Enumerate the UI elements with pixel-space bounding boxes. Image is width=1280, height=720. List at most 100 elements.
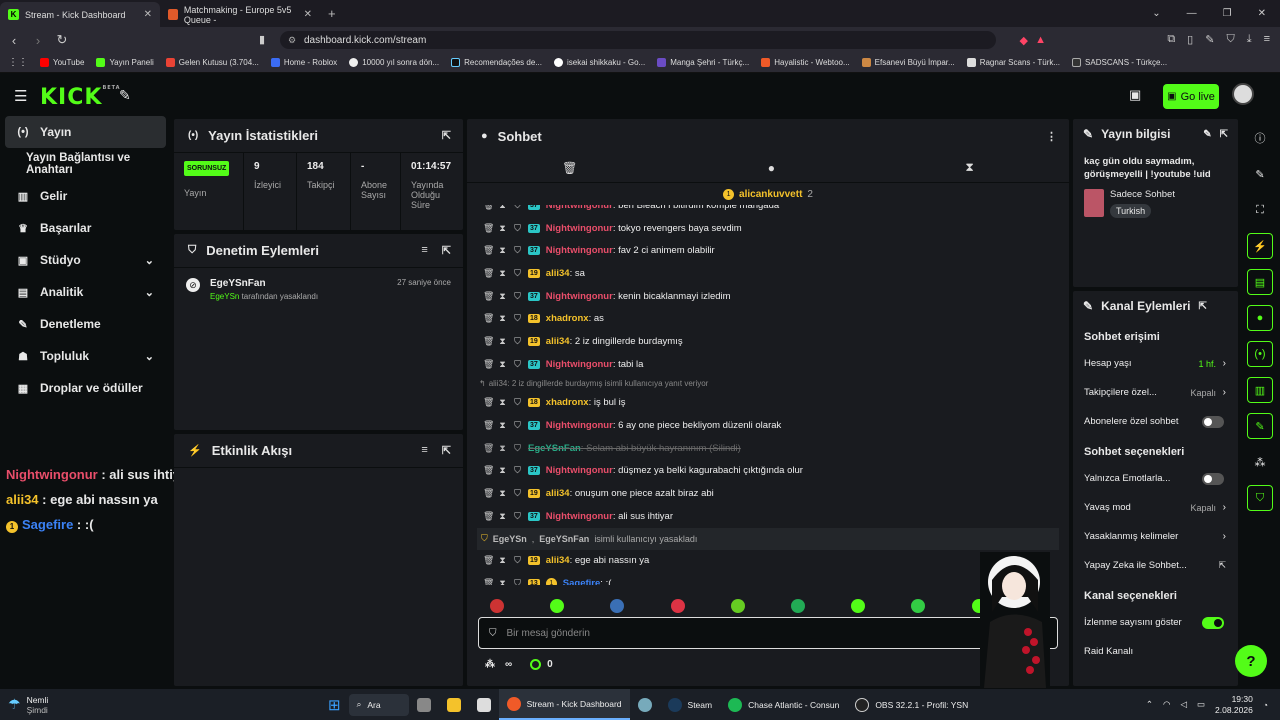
ban-icon[interactable]: ⛉	[513, 245, 522, 256]
ban-icon[interactable]: ⛉	[513, 313, 522, 324]
delete-message-icon[interactable]: 🗑	[483, 420, 494, 431]
delete-message-icon[interactable]: 🗑	[483, 555, 494, 566]
taskbar-item-obs[interactable]: OBS 32.2.1 - Profil: YSN	[847, 689, 976, 720]
chat-username[interactable]: alii34	[546, 488, 570, 499]
delete-message-icon[interactable]: 🗑	[483, 397, 494, 408]
chat-message[interactable]: 🗑 ⧗ ⛉ 37 Nightwingonur: ben Bleach i bitirdi…	[467, 205, 1069, 217]
sidebar-item-topluluk[interactable]: ☗ Topluluk ⌄	[0, 340, 172, 372]
delete-message-icon[interactable]: 🗑	[483, 578, 494, 585]
banned-words-row[interactable]: Yasaklanmış kelimeler ›	[1073, 522, 1238, 551]
close-tab-icon[interactable]: ✕	[144, 9, 152, 20]
chat-username[interactable]: Nightwingonur	[546, 245, 613, 256]
ban-icon[interactable]: ⛉	[513, 291, 522, 302]
account-age-row[interactable]: Hesap yaşı 1 hf. ›	[1073, 349, 1238, 378]
delete-message-icon[interactable]: 🗑	[483, 223, 494, 234]
banned-user[interactable]: EgeYSnFan	[210, 278, 387, 289]
ban-icon[interactable]: ⛉	[513, 488, 522, 499]
chat-message[interactable]: 🗑 ⧗ ⛉ 19 alii34: ege abi nassın ya	[467, 550, 1069, 573]
bookmark-efsanevi[interactable]: Efsanevi Büyü İmpar...	[856, 58, 961, 67]
slow-mode-row[interactable]: Yavaş mod Kapalı ›	[1073, 493, 1238, 522]
delete-message-icon[interactable]: 🗑	[483, 313, 494, 324]
hourglass-icon[interactable]: ⧗	[965, 160, 973, 175]
hamburger-menu-icon[interactable]: ☰	[14, 87, 27, 105]
translate-icon[interactable]: ✎	[1205, 33, 1214, 46]
chat-message[interactable]: 🗑 ⧗ ⛉ EgeYSnFan: Selam abi büyük hayranınım…	[467, 437, 1069, 460]
delete-message-icon[interactable]: 🗑	[483, 443, 494, 454]
delete-message-icon[interactable]: 🗑	[483, 359, 494, 370]
taskbar-item-game[interactable]	[630, 689, 660, 720]
category-thumbnail[interactable]	[1084, 189, 1104, 217]
chat-icon[interactable]: ●	[768, 161, 775, 175]
timeout-icon[interactable]: ⧗	[498, 313, 507, 324]
go-live-button[interactable]: ▣ Go live	[1163, 84, 1219, 109]
kick-logo[interactable]: KICKBETA	[40, 85, 121, 110]
timeout-icon[interactable]: ⧗	[498, 336, 507, 347]
chat-username[interactable]: alii34	[546, 336, 570, 347]
ban-icon[interactable]: ⛉	[513, 578, 522, 585]
new-tab-icon[interactable]: +	[320, 6, 344, 27]
chat-input[interactable]: ⛉ Bir mesaj gönderin	[478, 617, 1058, 649]
sidebar-item-studyo[interactable]: ▣ Stüdyo ⌄	[0, 244, 172, 276]
chat-username[interactable]: xhadronx	[546, 313, 589, 324]
tab-matchmaking[interactable]: Matchmaking - Europe 5v5 Queue - ✕	[160, 2, 320, 27]
sidebar-item-gelir[interactable]: ▥ Gelir	[0, 180, 172, 212]
infinity-icon[interactable]: ∞	[505, 659, 512, 670]
chat-message[interactable]: 🗑 ⧗ ⛉ 37 Nightwingonur: düşmez ya belki kagu…	[467, 460, 1069, 483]
filter-icon[interactable]: ≡	[421, 444, 427, 457]
emote-icon[interactable]	[851, 599, 866, 613]
tools-icon[interactable]: ✎	[119, 87, 131, 104]
fullscreen-icon[interactable]: ⛶	[1247, 197, 1273, 223]
delete-message-icon[interactable]: 🗑	[483, 511, 494, 522]
community-icon[interactable]: ⁂	[1247, 449, 1273, 475]
chat-message[interactable]: 🗑 ⧗ ⛉ 18 xhadronx: iş bul iş	[467, 392, 1069, 415]
chat-message[interactable]: 🗑 ⧗ ⛉ 18 xhadronx: as	[467, 307, 1069, 330]
sidebar-item-droplar[interactable]: ▦ Droplar ve ödüller	[0, 372, 172, 404]
timeout-icon[interactable]: ⧗	[498, 397, 507, 408]
timeout-icon[interactable]: ⧗	[498, 555, 507, 566]
notification-icon[interactable]: ◔	[1263, 700, 1268, 710]
close-window-icon[interactable]: ✕	[1258, 8, 1266, 19]
timeout-icon[interactable]: ⧗	[498, 488, 507, 499]
bookmark-roblox[interactable]: Home - Roblox	[265, 58, 343, 67]
bookmark-icon[interactable]: ▮	[259, 33, 265, 46]
timeout-icon[interactable]: ⧗	[498, 511, 507, 522]
chat-username[interactable]: Nightwingonur	[546, 359, 613, 370]
timeout-icon[interactable]: ⧗	[498, 223, 507, 234]
chat-username[interactable]: Nightwingonur	[546, 291, 613, 302]
popout-icon[interactable]: ⇱	[442, 129, 451, 142]
chat-username[interactable]: Nightwingonur	[546, 205, 613, 211]
brave-shield-icon[interactable]: ◆	[1020, 34, 1028, 47]
vpn-icon[interactable]: ⛉	[1226, 33, 1234, 46]
sidebar-icon[interactable]: ▯	[1187, 33, 1193, 46]
bookmark-ragnar[interactable]: Ragnar Scans - Türk...	[961, 58, 1066, 67]
emote-icon[interactable]	[670, 599, 685, 613]
bookmark-yayin-paneli[interactable]: Yayın Paneli	[90, 58, 159, 67]
tab-kick-dashboard[interactable]: K Stream - Kick Dashboard ✕	[0, 2, 160, 27]
screen-icon[interactable]: ▣	[1129, 87, 1141, 103]
ban-icon[interactable]: ⛉	[513, 205, 522, 211]
chat-username[interactable]: Sagefire	[563, 578, 601, 585]
minimize-icon[interactable]: —	[1187, 8, 1197, 19]
bookmark-gmail[interactable]: Gelen Kutusu (3.704...	[160, 58, 265, 67]
task-view-icon[interactable]	[409, 689, 439, 720]
timeout-icon[interactable]: ⧗	[498, 268, 507, 279]
store-icon[interactable]	[469, 689, 499, 720]
popout-icon[interactable]: ⇱	[1198, 301, 1206, 312]
popout-icon[interactable]: ⇱	[1220, 129, 1228, 140]
timeout-icon[interactable]: ⧗	[498, 578, 507, 585]
chat-message[interactable]: 🗑 ⧗ ⛉ 37 Nightwingonur: fav 2 ci animem olab…	[467, 239, 1069, 262]
tab-list-icon[interactable]: ⌄	[1152, 8, 1160, 19]
edit-icon[interactable]: ✎	[1247, 161, 1273, 187]
sidebar-item-stream-key[interactable]: Yayın Bağlantısı ve Anahtarı	[0, 148, 172, 180]
weather-widget[interactable]: ☂ Nemli Şimdi	[0, 689, 120, 720]
reload-icon[interactable]: ↻	[52, 32, 72, 48]
chat-username[interactable]: Nightwingonur	[546, 420, 613, 431]
delete-message-icon[interactable]: 🗑	[483, 465, 494, 476]
bookmark-sadscans[interactable]: SADSCANS - Türkçe...	[1066, 58, 1173, 67]
ban-icon[interactable]: ⛉	[513, 420, 522, 431]
timeout-icon[interactable]: ⧗	[498, 443, 507, 454]
forward-icon[interactable]: ›	[28, 33, 48, 48]
chat-username[interactable]: alii34	[546, 555, 570, 566]
emotes-only-toggle[interactable]	[1202, 472, 1224, 485]
address-bar[interactable]: ⚙ dashboard.kick.com/stream ◆ ▲	[280, 31, 1046, 49]
